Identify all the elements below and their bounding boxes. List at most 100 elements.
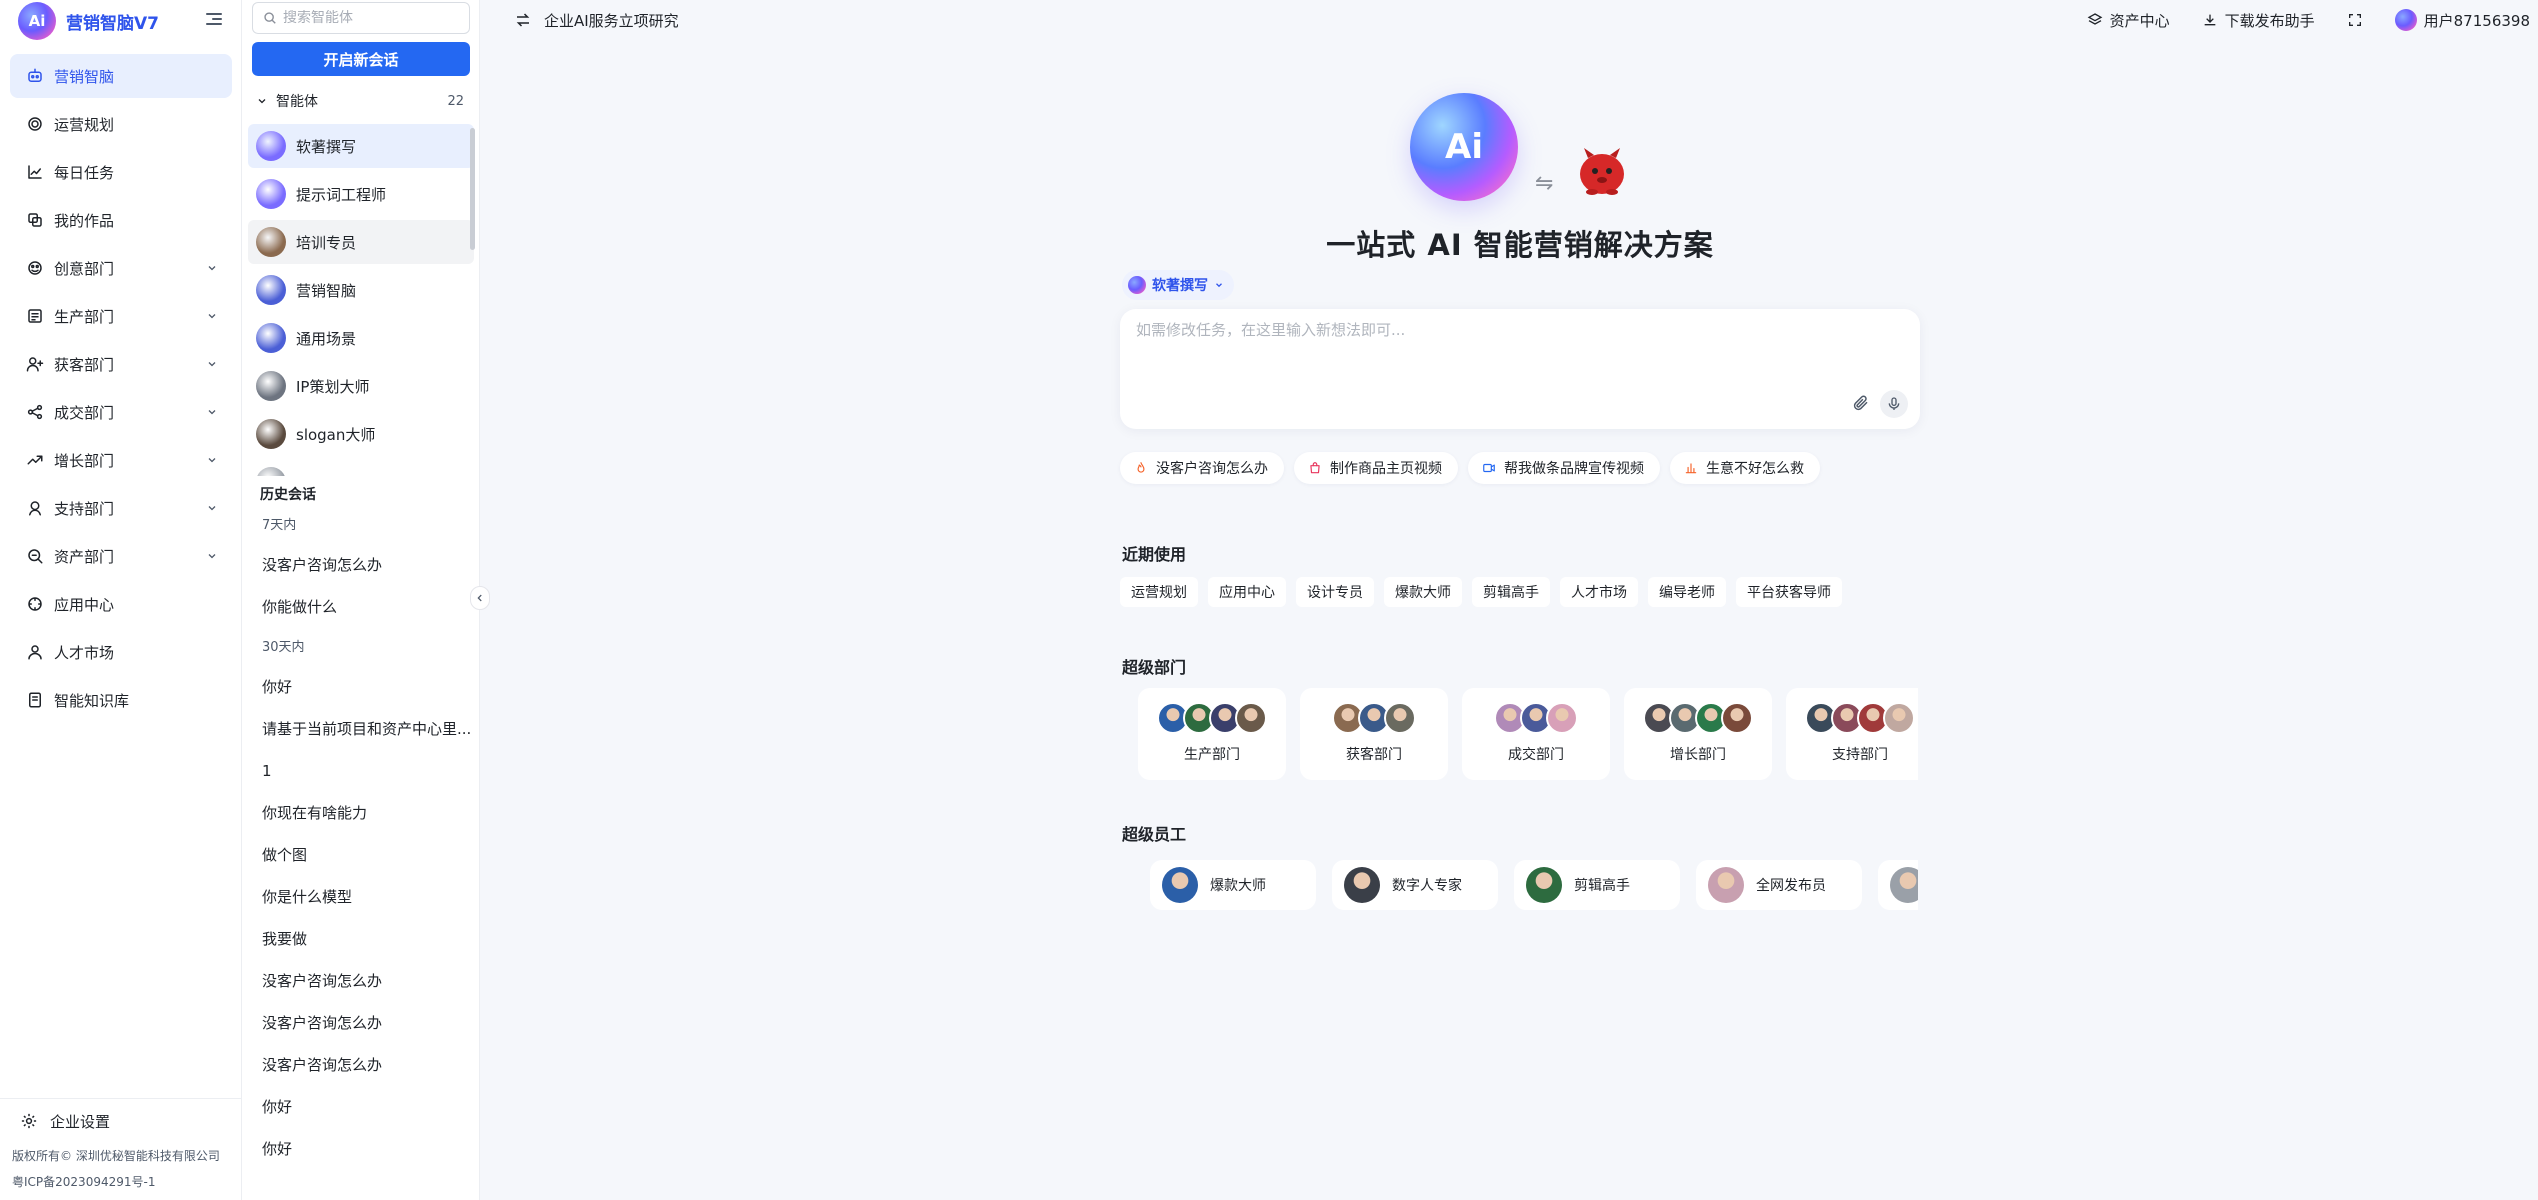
swap-icon[interactable] [514,11,532,29]
search-icon [264,12,276,24]
history-item[interactable]: 没客户咨询怎么办 [242,544,478,586]
enterprise-settings[interactable]: 企业设置 [0,1099,242,1143]
employee-card[interactable]: 数字人专家 [1332,860,1498,910]
recent-chip[interactable]: 剪辑高手 [1472,577,1550,607]
video-icon [1483,463,1495,473]
chevron-down-icon [208,554,216,559]
panel-collapse-toggle[interactable] [470,586,490,610]
suggestion-chip[interactable]: 生意不好怎么救 [1670,452,1820,484]
nav-icon-wrap [26,451,44,469]
employee-card[interactable]: 全网发布员 [1696,860,1862,910]
history-item[interactable]: 你好 [242,666,478,708]
voice-input-button[interactable] [1880,390,1908,418]
recent-chip[interactable]: 编导老师 [1648,577,1726,607]
nav-item-7[interactable]: 成交部门 [10,390,232,434]
icp-link[interactable]: 粤ICP备2023094291号-1 [0,1169,242,1195]
palette-icon [28,261,42,275]
agents-section-toggle[interactable]: 智能体 22 [252,88,470,114]
history-item[interactable]: 我要做 [242,918,478,960]
department-card[interactable]: 成交部门 [1462,688,1610,780]
bag-icon [1310,462,1320,474]
collapse-menu-icon[interactable] [206,10,224,28]
history-item[interactable]: 请基于当前项目和资产中心里... [242,708,478,750]
asset-center-link[interactable]: 资产中心 [2087,10,2170,31]
employee-card[interactable]: 剪辑高手 [1514,860,1680,910]
nav-item-4[interactable]: 创意部门 [10,246,232,290]
nav-item-11[interactable]: 应用中心 [10,582,232,626]
agent-search-input[interactable] [283,10,463,26]
history-item[interactable]: 你现在有啥能力 [242,792,478,834]
avatar [1883,702,1915,734]
department-card[interactable]: 生产部门 [1138,688,1286,780]
employee-card[interactable] [1878,860,1918,910]
recent-list: 运营规划 应用中心 设计专员 爆款大师 剪辑高手 人才市场 编导老师 平台获客导师 [1120,577,1842,607]
suggestion-chip[interactable]: 没客户咨询怎么办 [1120,452,1284,484]
agent-selector[interactable]: 软著撰写 [1122,270,1234,300]
chat-input[interactable] [1136,319,1896,379]
agent-item-3[interactable]: 营销智脑 [248,268,474,312]
nav-item-6[interactable]: 获客部门 [10,342,232,386]
department-card[interactable]: 获客部门 [1300,688,1448,780]
history-item[interactable]: 没客户咨询怎么办 [242,960,478,1002]
suggestion-chip[interactable]: 制作商品主页视频 [1294,452,1458,484]
new-chat-button[interactable]: 开启新会话 [252,42,470,76]
agent-name: slogan大师 [296,425,376,444]
robot-icon [28,68,42,82]
nav-item-8[interactable]: 增长部门 [10,438,232,482]
agent-list-scrollbar[interactable] [470,128,475,250]
download-label: 下载发布助手 [2224,11,2315,30]
recent-chip[interactable]: 设计专员 [1296,577,1374,607]
agent-item-6[interactable]: slogan大师 [248,412,474,456]
nav-item-3[interactable]: 我的作品 [10,198,232,242]
agent-item-7[interactable] [248,460,474,476]
history-item[interactable]: 没客户咨询怎么办 [242,1044,478,1086]
exchange-icon: ⇋ [1535,171,1554,196]
nav-item-label: 增长部门 [54,451,115,470]
nav-item-9[interactable]: 支持部门 [10,486,232,530]
agent-item-1[interactable]: 提示词工程师 [248,172,474,216]
recent-chip[interactable]: 平台获客导师 [1736,577,1842,607]
agent-item-0[interactable]: 软著撰写 [248,124,474,168]
agent-search[interactable] [252,2,470,34]
chevron-down-icon [208,266,216,271]
nav-item-label: 支持部门 [54,499,115,518]
nav-item-13[interactable]: 智能知识库 [10,678,232,722]
history-item[interactable]: 做个图 [242,834,478,876]
attachment-icon[interactable] [1852,394,1870,412]
recent-chip[interactable]: 人才市场 [1560,577,1638,607]
top-actions: 资产中心 下载发布助手 用户87156398 [2087,0,2530,40]
user-menu[interactable]: 用户87156398 [2394,9,2530,31]
history-item[interactable]: 你好 [242,1128,478,1170]
history-item[interactable]: 你好 [242,1086,478,1128]
avatar [1344,867,1380,903]
department-card[interactable]: 增长部门 [1624,688,1772,780]
agent-item-5[interactable]: IP策划大师 [248,364,474,408]
hero-logo: Ai [1410,93,1518,201]
agent-item-4[interactable]: 通用场景 [248,316,474,360]
works-icon [28,213,42,227]
history-item[interactable]: 没客户咨询怎么办 [242,1002,478,1044]
nav-item-1[interactable]: 运营规划 [10,102,232,146]
history-item[interactable]: 你是什么模型 [242,876,478,918]
history-item[interactable]: 你能做什么 [242,586,478,628]
suggestion-label: 生意不好怎么救 [1706,461,1804,477]
fire-icon [1137,462,1145,473]
recent-chip[interactable]: 爆款大师 [1384,577,1462,607]
nav-item-5[interactable]: 生产部门 [10,294,232,338]
suggestion-chip[interactable]: 帮我做条品牌宣传视频 [1468,452,1660,484]
agent-item-2[interactable]: 培训专员 [248,220,474,264]
download-assistant-link[interactable]: 下载发布助手 [2202,10,2315,31]
project-name[interactable]: 企业AI服务立项研究 [544,10,679,31]
nav-item-10[interactable]: 资产部门 [10,534,232,578]
nav-item-2[interactable]: 每日任务 [10,150,232,194]
employee-card[interactable]: 爆款大师 [1150,860,1316,910]
department-card[interactable]: 支持部门 [1786,688,1918,780]
nav-item-12[interactable]: 人才市场 [10,630,232,674]
nav-icon-wrap [26,403,44,421]
fullscreen-button[interactable] [2347,12,2363,28]
history-item[interactable]: 1 [242,750,478,792]
brand[interactable]: Ai 营销智脑V7 [18,2,159,40]
recent-chip[interactable]: 应用中心 [1208,577,1286,607]
nav-item-0[interactable]: 营销智脑 [10,54,232,98]
recent-chip[interactable]: 运营规划 [1120,577,1198,607]
